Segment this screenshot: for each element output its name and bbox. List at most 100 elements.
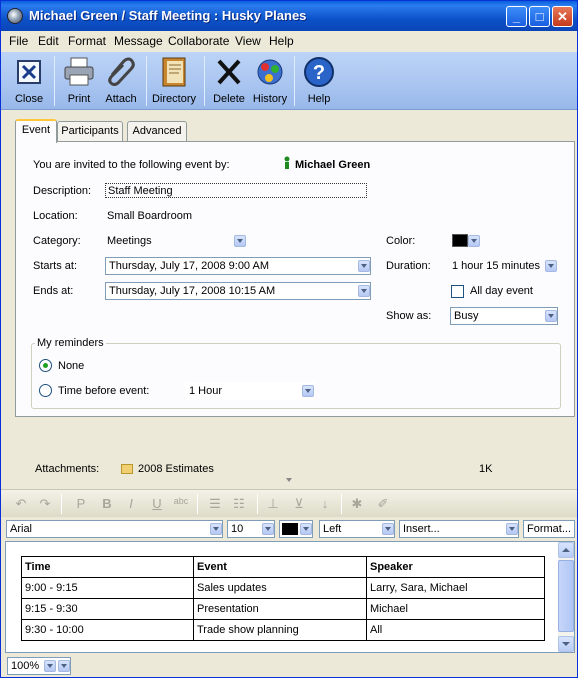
color-label: Color: [386, 235, 416, 247]
cell-speaker[interactable]: All [366, 619, 545, 641]
scroll-thumb[interactable] [558, 560, 574, 632]
table-header-row: Time Event Speaker [21, 556, 545, 578]
menu-format[interactable]: Format [68, 34, 106, 48]
description-field[interactable]: Staff Meeting [105, 183, 367, 198]
help-button[interactable]: ? Help [301, 55, 337, 109]
delete-icon [212, 55, 246, 89]
zoom-value: 100% [11, 660, 40, 672]
text-color-select[interactable] [279, 520, 313, 538]
show-as-dropdown-arrow[interactable] [545, 310, 557, 322]
font-family-value: Arial [10, 523, 33, 535]
tab-participants[interactable]: Participants [57, 121, 123, 141]
close-button[interactable]: Close [9, 55, 49, 109]
folder-icon [121, 464, 133, 474]
bold-icon[interactable]: B [99, 496, 115, 511]
duration-dropdown-arrow[interactable] [545, 260, 557, 272]
starts-dropdown-arrow[interactable] [358, 260, 370, 272]
table-row: 9:30 - 10:00 Trade show planning All [21, 619, 545, 641]
cell-event[interactable]: Trade show planning [193, 619, 367, 641]
font-family-dropdown-arrow[interactable] [210, 523, 222, 535]
zoom-select[interactable]: 100% [7, 657, 71, 675]
format-select[interactable]: Format... [523, 520, 575, 538]
reminder-time-dropdown-arrow[interactable] [302, 385, 314, 397]
cell-speaker[interactable]: Michael [366, 598, 545, 620]
delete-button[interactable]: Delete [211, 55, 247, 109]
show-as-value: Busy [454, 310, 479, 322]
reminder-none-label: None [58, 360, 85, 372]
ends-select[interactable]: Thursday, July 17, 2008 10:15 AM [105, 282, 371, 300]
alignment-dropdown-arrow[interactable] [382, 523, 394, 535]
category-dropdown-arrow[interactable] [234, 235, 246, 247]
editor-scrollbar[interactable] [558, 542, 574, 652]
font-family-select[interactable]: Arial [6, 520, 223, 538]
location-label: Location: [33, 210, 78, 222]
color-dropdown-arrow[interactable] [468, 235, 480, 247]
history-button[interactable]: History [251, 55, 289, 109]
undo-icon[interactable]: ↶ [13, 496, 29, 512]
cell-time[interactable]: 9:15 - 9:30 [21, 598, 194, 620]
clear-format-icon[interactable]: ✐ [375, 496, 391, 512]
tab-event[interactable]: Event [15, 119, 57, 143]
link-icon[interactable]: ↓ [317, 496, 333, 511]
header-time: Time [21, 556, 194, 578]
menu-view[interactable]: View [235, 34, 261, 48]
font-size-dropdown-arrow[interactable] [262, 523, 274, 535]
reminders-legend: My reminders [35, 337, 106, 349]
attach-button[interactable]: Attach [103, 55, 139, 109]
text-color-dropdown-arrow[interactable] [300, 523, 312, 535]
strikethrough-icon[interactable]: abc [173, 496, 189, 506]
cell-speaker[interactable]: Larry, Sara, Michael [366, 577, 545, 599]
paragraph-style-icon[interactable]: P [73, 496, 89, 511]
insert-dropdown-arrow[interactable] [506, 523, 518, 535]
numbered-list-icon[interactable]: ☰ [207, 496, 223, 512]
color-swatch[interactable] [452, 234, 468, 247]
attachments-label: Attachments: [35, 463, 100, 475]
menu-message[interactable]: Message [114, 34, 163, 48]
maximize-button[interactable]: □ [529, 6, 550, 27]
all-day-checkbox[interactable] [451, 285, 464, 298]
cell-time[interactable]: 9:30 - 10:00 [21, 619, 194, 641]
tab-advanced[interactable]: Advanced [127, 121, 187, 141]
attachment-file[interactable]: 2008 Estimates [138, 463, 214, 475]
italic-icon[interactable]: I [123, 496, 139, 511]
menu-edit[interactable]: Edit [38, 34, 59, 48]
show-as-select[interactable]: Busy [450, 307, 558, 325]
directory-label: Directory [151, 93, 196, 105]
print-label: Print [67, 93, 91, 105]
scroll-up-button[interactable] [558, 542, 574, 558]
bulleted-list-icon[interactable]: ☷ [231, 496, 247, 512]
duration-value[interactable]: 1 hour 15 minutes [452, 260, 540, 272]
reminder-time-select[interactable]: 1 Hour [185, 382, 315, 400]
alignment-select[interactable]: Left [319, 520, 395, 538]
cell-time[interactable]: 9:00 - 9:15 [21, 577, 194, 599]
directory-button[interactable]: Directory [151, 55, 197, 109]
underline-icon[interactable]: U [149, 496, 165, 511]
cell-event[interactable]: Sales updates [193, 577, 367, 599]
minimize-button[interactable]: _ [506, 6, 527, 27]
ends-dropdown-arrow[interactable] [358, 285, 370, 297]
category-value[interactable]: Meetings [107, 235, 152, 247]
reminder-before-radio[interactable] [39, 384, 52, 397]
menu-collaborate[interactable]: Collaborate [168, 34, 229, 48]
close-window-button[interactable]: ✕ [552, 6, 573, 27]
indent-icon[interactable]: ⊻ [291, 496, 307, 512]
zoom-stepper-arrow[interactable] [58, 660, 70, 672]
zoom-dropdown-arrow[interactable] [44, 660, 56, 672]
insert-select[interactable]: Insert... [399, 520, 519, 538]
delete-label: Delete [213, 93, 245, 105]
cell-event[interactable]: Presentation [193, 598, 367, 620]
schedule-table: Time Event Speaker 9:00 - 9:15 Sales upd… [21, 556, 545, 641]
spellcheck-icon[interactable]: ✱ [349, 496, 365, 512]
splitter-handle-icon[interactable] [286, 478, 292, 482]
person-icon [283, 156, 291, 173]
align-icon[interactable]: ⊥ [265, 496, 281, 512]
print-button[interactable]: Print [61, 55, 97, 109]
menu-file[interactable]: File [9, 34, 28, 48]
font-size-select[interactable]: 10 [227, 520, 275, 538]
starts-select[interactable]: Thursday, July 17, 2008 9:00 AM [105, 257, 371, 275]
scroll-down-button[interactable] [558, 636, 574, 652]
reminder-none-radio[interactable] [39, 359, 52, 372]
redo-icon[interactable]: ↷ [37, 496, 53, 512]
message-editor[interactable]: Time Event Speaker 9:00 - 9:15 Sales upd… [5, 541, 575, 653]
menu-help[interactable]: Help [269, 34, 294, 48]
